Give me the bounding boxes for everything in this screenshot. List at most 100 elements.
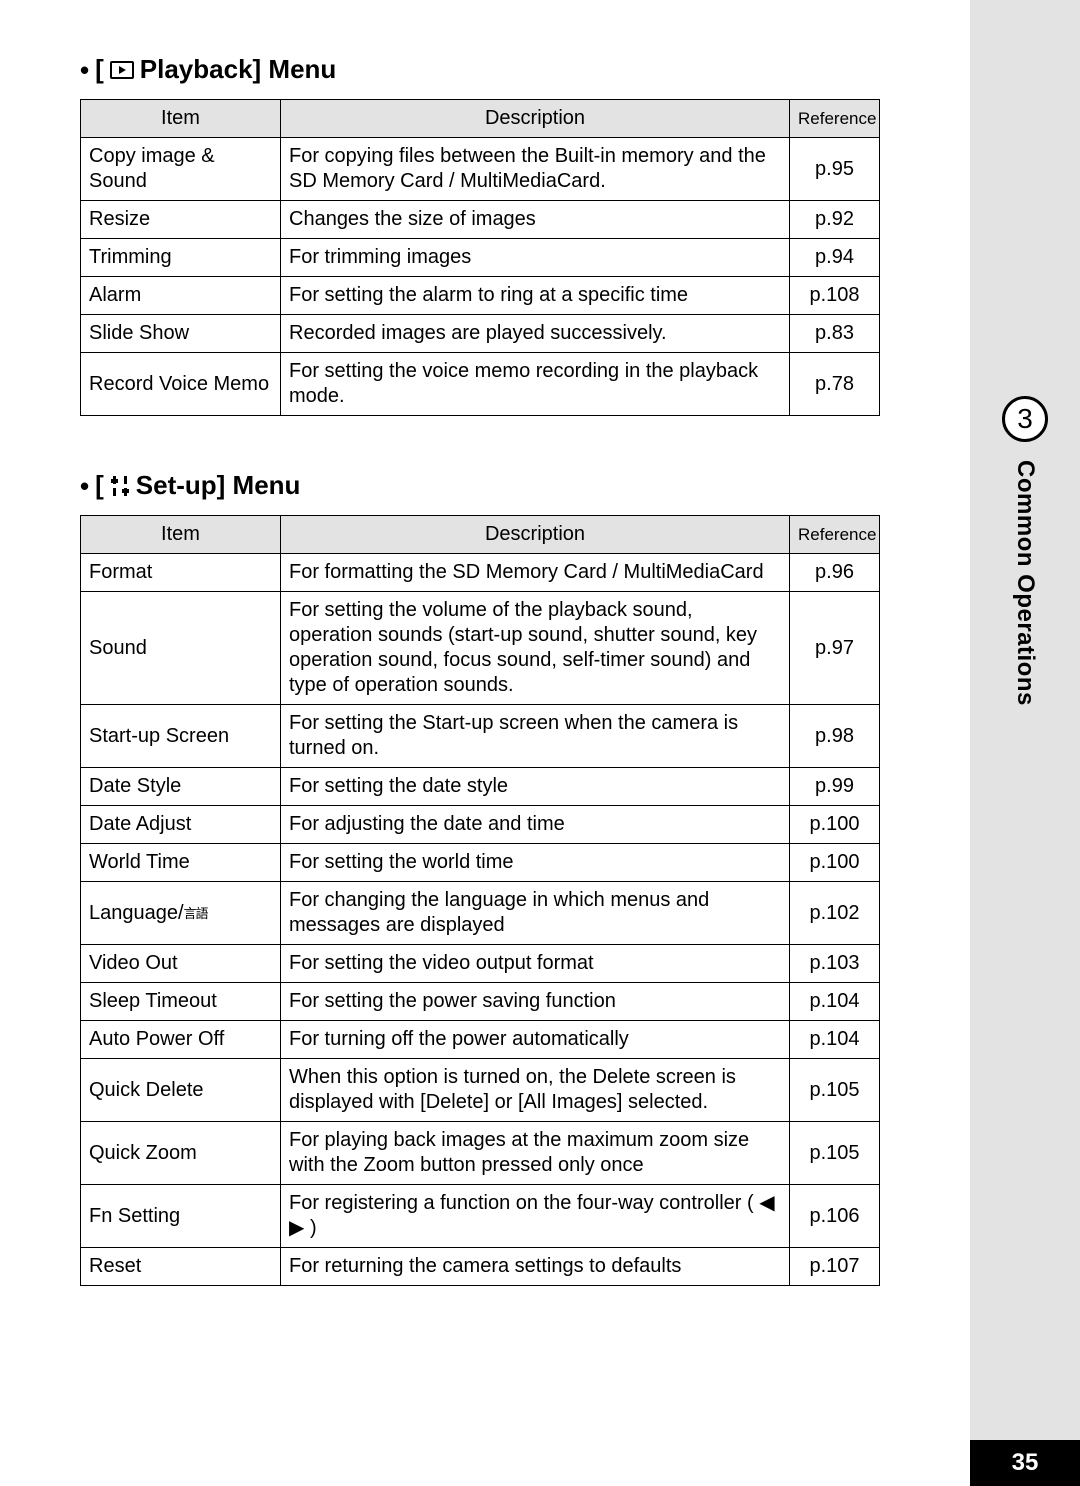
cell-reference: p.100 (790, 844, 880, 882)
col-reference: Reference (790, 516, 880, 554)
cell-reference: p.103 (790, 945, 880, 983)
table-row: FormatFor formatting the SD Memory Card … (81, 554, 880, 592)
cell-reference: p.104 (790, 1021, 880, 1059)
playback-heading: • [ Playback] Menu (80, 54, 880, 85)
playback-icon (110, 61, 134, 79)
table-row: Start-up ScreenFor setting the Start-up … (81, 705, 880, 768)
table-row: Slide ShowRecorded images are played suc… (81, 315, 880, 353)
cell-description: For setting the voice memo recording in … (281, 353, 790, 416)
cell-description: For setting the video output format (281, 945, 790, 983)
table-row: TrimmingFor trimming imagesp.94 (81, 239, 880, 277)
cell-item: Alarm (81, 277, 281, 315)
cell-description: For setting the power saving function (281, 983, 790, 1021)
table-row: AlarmFor setting the alarm to ring at a … (81, 277, 880, 315)
cell-reference: p.83 (790, 315, 880, 353)
cell-reference: p.78 (790, 353, 880, 416)
cell-item: Format (81, 554, 281, 592)
cell-description: For setting the alarm to ring at a speci… (281, 277, 790, 315)
cell-description: For setting the date style (281, 768, 790, 806)
cell-reference: p.92 (790, 201, 880, 239)
chapter-badge: 3 (1002, 396, 1048, 442)
cell-description: For trimming images (281, 239, 790, 277)
cell-description: For playing back images at the maximum z… (281, 1122, 790, 1185)
cell-description: For turning off the power automatically (281, 1021, 790, 1059)
cell-description: For copying files between the Built-in m… (281, 138, 790, 201)
cell-item: Language/言語 (81, 882, 281, 945)
table-row: Date AdjustFor adjusting the date and ti… (81, 806, 880, 844)
col-description: Description (281, 100, 790, 138)
table-row: Sleep TimeoutFor setting the power savin… (81, 983, 880, 1021)
col-item: Item (81, 100, 281, 138)
cell-reference: p.106 (790, 1185, 880, 1248)
table-row: Auto Power OffFor turning off the power … (81, 1021, 880, 1059)
cell-reference: p.95 (790, 138, 880, 201)
table-row: Language/言語For changing the language in … (81, 882, 880, 945)
page-number: 35 (1012, 1449, 1039, 1477)
col-item: Item (81, 516, 281, 554)
cell-reference: p.100 (790, 806, 880, 844)
cell-description: Recorded images are played successively. (281, 315, 790, 353)
cell-description: For setting the Start-up screen when the… (281, 705, 790, 768)
open-bracket: [ (95, 470, 104, 501)
table-row: Fn SettingFor registering a function on … (81, 1185, 880, 1248)
cell-reference: p.102 (790, 882, 880, 945)
cell-item: Date Style (81, 768, 281, 806)
cell-item: Start-up Screen (81, 705, 281, 768)
table-row: Quick DeleteWhen this option is turned o… (81, 1059, 880, 1122)
page-content: • [ Playback] Menu Item Description Refe… (80, 54, 880, 1286)
table-row: SoundFor setting the volume of the playb… (81, 592, 880, 705)
cell-item: Slide Show (81, 315, 281, 353)
cell-reference: p.105 (790, 1122, 880, 1185)
table-row: Record Voice MemoFor setting the voice m… (81, 353, 880, 416)
cell-description: When this option is turned on, the Delet… (281, 1059, 790, 1122)
col-reference: Reference (790, 100, 880, 138)
table-row: Date StyleFor setting the date stylep.99 (81, 768, 880, 806)
cell-reference: p.107 (790, 1248, 880, 1286)
cell-description: For formatting the SD Memory Card / Mult… (281, 554, 790, 592)
cell-reference: p.108 (790, 277, 880, 315)
cell-item: Resize (81, 201, 281, 239)
cell-description: For adjusting the date and time (281, 806, 790, 844)
table-row: ResetFor returning the camera settings t… (81, 1248, 880, 1286)
cell-item: Trimming (81, 239, 281, 277)
cell-item: Sound (81, 592, 281, 705)
cell-item: Video Out (81, 945, 281, 983)
cell-item: Fn Setting (81, 1185, 281, 1248)
table-header-row: Item Description Reference (81, 516, 880, 554)
bullet-icon: • (80, 57, 89, 83)
bullet-icon: • (80, 473, 89, 499)
setup-heading-text: Set-up] Menu (136, 470, 301, 501)
setup-heading: • [ Set-up] Menu (80, 470, 880, 501)
cell-reference: p.104 (790, 983, 880, 1021)
table-header-row: Item Description Reference (81, 100, 880, 138)
cell-reference: p.98 (790, 705, 880, 768)
table-row: Quick ZoomFor playing back images at the… (81, 1122, 880, 1185)
cell-reference: p.105 (790, 1059, 880, 1122)
page-number-tab: 35 (970, 1440, 1080, 1486)
cell-description: For changing the language in which menus… (281, 882, 790, 945)
setup-section: • [ Set-up] Menu Item Description (80, 470, 880, 1286)
cell-description: Changes the size of images (281, 201, 790, 239)
section-title-vertical: Common Operations (1011, 460, 1039, 706)
cell-item: Quick Zoom (81, 1122, 281, 1185)
setup-icon (110, 475, 130, 497)
cell-item: World Time (81, 844, 281, 882)
cell-item: Auto Power Off (81, 1021, 281, 1059)
table-row: Copy image & SoundFor copying files betw… (81, 138, 880, 201)
table-row: World TimeFor setting the world timep.10… (81, 844, 880, 882)
col-description: Description (281, 516, 790, 554)
setup-table: Item Description Reference FormatFor for… (80, 515, 880, 1286)
cell-item: Copy image & Sound (81, 138, 281, 201)
cell-item: Record Voice Memo (81, 353, 281, 416)
cell-description: For registering a function on the four-w… (281, 1185, 790, 1248)
cell-description: For returning the camera settings to def… (281, 1248, 790, 1286)
table-row: ResizeChanges the size of imagesp.92 (81, 201, 880, 239)
right-margin-strip: 3 Common Operations 35 (970, 0, 1080, 1486)
cell-item: Sleep Timeout (81, 983, 281, 1021)
cell-item: Date Adjust (81, 806, 281, 844)
table-row: Video OutFor setting the video output fo… (81, 945, 880, 983)
cell-reference: p.94 (790, 239, 880, 277)
open-bracket: [ (95, 54, 104, 85)
cell-item: Quick Delete (81, 1059, 281, 1122)
cell-reference: p.96 (790, 554, 880, 592)
